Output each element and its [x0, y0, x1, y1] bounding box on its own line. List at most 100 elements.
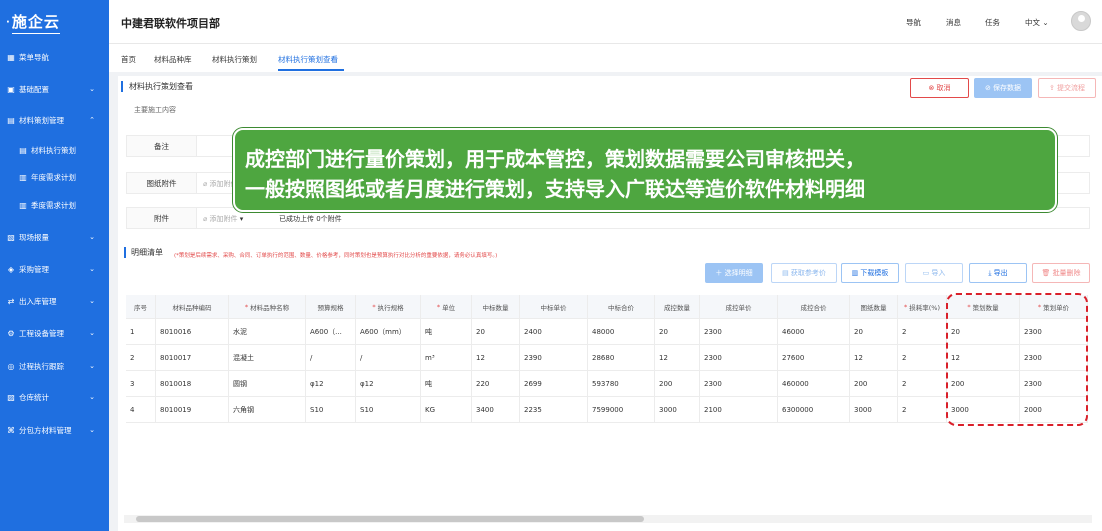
column-header[interactable]: 材料品种编码 [156, 295, 229, 318]
sidebar-item-label: 分包方材料管理 [19, 425, 72, 435]
table-cell: 8010019 [156, 397, 229, 422]
table-cell: φ12 [306, 371, 356, 396]
column-header[interactable]: 图纸数量 [850, 295, 898, 318]
table-row[interactable]: 2 8010017 混凝土 / / m³ 12 2390 28680 12 2300 27600 12 2… [126, 345, 1088, 371]
table-cell: 220 [472, 371, 520, 396]
sidebar-item-label: 基础配置 [19, 84, 49, 94]
table-cell: / [356, 345, 421, 370]
annotation-callout: 成控部门进行量价策划，用于成本管控，策划数据需要公司审核把关， 一般按照图纸或者… [233, 128, 1057, 212]
table-cell: 2100 [700, 397, 778, 422]
sidebar-item-1[interactable]: ▣ 基础配置 ⌄ [0, 79, 109, 99]
table-cell[interactable]: 2 [898, 397, 947, 422]
column-header-label: 预算规格 [317, 303, 344, 312]
apps-icon: ▣ [7, 84, 15, 94]
sidebar-item-3[interactable]: ▤ 材料执行策划 [0, 140, 109, 160]
attachment-status: 已成功上传 0个附件 [279, 215, 342, 223]
tab-home[interactable]: 首页 [121, 54, 136, 65]
sidebar-item-0[interactable]: ▦ 菜单导航 [0, 47, 109, 67]
file-icon: ▥ [851, 269, 861, 277]
sidebar-item-4[interactable]: ▥ 年度需求计划 [0, 167, 109, 187]
column-header[interactable]: * 单位 [421, 295, 472, 318]
sidebar-item-12[interactable]: ⌘ 分包方材料管理 ⌄ [0, 420, 109, 440]
sidebar-item-label: 现场报量 [19, 232, 49, 242]
scrollbar-thumb[interactable] [136, 516, 644, 522]
sidebar-item-9[interactable]: ⚙ 工程设备管理 ⌄ [0, 323, 109, 343]
table-cell: 混凝土 [229, 345, 306, 370]
select-detail-button[interactable]: ＋ 选择明细 [705, 263, 763, 283]
required-marker: * [436, 302, 441, 311]
tab-bar: 首页 材料品种库 材料执行策划 材料执行策划查看 [109, 44, 1102, 72]
column-header[interactable]: 中标数量 [472, 295, 520, 318]
table-cell: 4 [126, 397, 156, 422]
column-header[interactable]: 成控数量 [655, 295, 700, 318]
sidebar-item-label: 仓库统计 [19, 392, 49, 402]
column-header[interactable]: 中标合价 [588, 295, 655, 318]
column-header[interactable]: * 执行规格 [356, 295, 421, 318]
calendar-icon: ▥ [19, 172, 27, 182]
tab-material-library[interactable]: 材料品种库 [154, 54, 192, 65]
sidebar-item-10[interactable]: ◎ 过程执行跟踪 ⌄ [0, 356, 109, 376]
table-row[interactable]: 3 8010018 圆钢 φ12 φ12 吨 220 2699 593780 200 2300 460… [126, 371, 1088, 397]
column-header[interactable]: * 材料品种名称 [229, 295, 306, 318]
avatar[interactable] [1071, 11, 1091, 31]
column-header[interactable]: 成控合价 [778, 295, 850, 318]
project-title: 中建君联软件项目部 [121, 17, 220, 30]
table-row[interactable]: 1 8010016 水泥 A600（... A600（mm）吨 20 2400 48000 20… [126, 319, 1088, 345]
sidebar: · 施企云 ▦ 菜单导航 ▣ 基础配置 ⌄ ▤ 材料策划管理 ⌃ ▤ 材料执行策划 ▥ 年度需求计划 ▥… [0, 0, 109, 531]
header-link-tasks[interactable]: 任务 [985, 17, 1000, 28]
table-cell: 2699 [520, 371, 588, 396]
batch-delete-button[interactable]: 🗑 批量删除 [1032, 263, 1090, 283]
table-cell: A600（mm） [356, 319, 421, 344]
download-template-button[interactable]: ▥ 下载模板 [841, 263, 899, 283]
column-header[interactable]: * 损耗率(%) [898, 295, 947, 318]
submit-flow-button[interactable]: ⇪ 提交流程 [1038, 78, 1096, 98]
import-button[interactable]: ▭ 导入 [905, 263, 963, 283]
sidebar-item-11[interactable]: ▨ 仓库统计 ⌄ [0, 387, 109, 407]
get-reference-price-button[interactable]: ▤ 获取参考价 [771, 263, 837, 283]
header-link-nav[interactable]: 导航 [906, 17, 921, 28]
sidebar-item-label: 采购管理 [19, 264, 49, 274]
table-cell[interactable]: 2 [898, 319, 947, 344]
column-header[interactable]: 序号 [126, 295, 156, 318]
folder-icon: ▭ [922, 269, 932, 277]
column-header-label: 损耗率(%) [909, 303, 940, 312]
highlight-box [946, 293, 1088, 426]
tab-material-plan[interactable]: 材料执行策划 [212, 54, 257, 65]
logo-text: 施企云 [11, 11, 60, 34]
table-cell[interactable]: 2 [898, 345, 947, 370]
column-header-label: 成控数量 [664, 303, 690, 312]
chevron-down-icon: ⌄ [89, 329, 95, 337]
check-circle-icon: ⊘ [984, 84, 994, 92]
table-cell: 六角钢 [229, 397, 306, 422]
chevron-down-icon: ⌄ [89, 265, 95, 273]
attachment-add-link[interactable]: ⌀ 添加附件 ▾ [203, 214, 243, 224]
export-button[interactable]: ⤓ 导出 [969, 263, 1027, 283]
tab-material-plan-view[interactable]: 材料执行策划查看 [278, 54, 338, 65]
callout-line-2: 一般按照图纸或者月度进行策划，支持导入广联达等造价软件材料明细 [245, 177, 865, 201]
language-select[interactable]: 中文 ⌄ [1025, 17, 1049, 28]
table-cell[interactable]: 2 [898, 371, 947, 396]
document-icon: ▤ [782, 269, 791, 277]
horizontal-scrollbar[interactable] [124, 515, 1092, 523]
sidebar-item-2[interactable]: ▤ 材料策划管理 ⌃ [0, 110, 109, 130]
trash-icon: 🗑 [1041, 269, 1053, 277]
column-header[interactable]: 预算规格 [306, 295, 356, 318]
select-detail-label: 选择明细 [724, 269, 753, 277]
sidebar-item-6[interactable]: ▧ 现场报量 ⌄ [0, 227, 109, 247]
save-button[interactable]: ⊘ 保存数据 [974, 78, 1032, 98]
column-header-label: 单位 [442, 303, 456, 312]
sidebar-item-7[interactable]: ◈ 采购管理 ⌄ [0, 259, 109, 279]
column-header[interactable]: 成控单价 [700, 295, 778, 318]
column-header[interactable]: 中标单价 [520, 295, 588, 318]
gear-icon: ⚙ [7, 328, 15, 338]
detail-section-note: (*策划是后续需求、采购、合同、订单执行的范围、数量、价格参考，同时策划也是预算… [174, 253, 498, 259]
header-link-messages[interactable]: 消息 [946, 17, 961, 28]
table-row[interactable]: 4 8010019 六角钢 S10 S10 KG 3400 2235 7599000 3000 21… [126, 397, 1088, 423]
table-cell: 12 [655, 345, 700, 370]
plus-icon: ＋ [715, 269, 725, 277]
table-cell: m³ [421, 345, 472, 370]
grid-icon: ▦ [7, 52, 15, 62]
sidebar-item-8[interactable]: ⇄ 出入库管理 ⌄ [0, 291, 109, 311]
sidebar-item-5[interactable]: ▥ 季度需求计划 [0, 195, 109, 215]
cancel-button[interactable]: ⊗ 取消 [910, 78, 969, 98]
